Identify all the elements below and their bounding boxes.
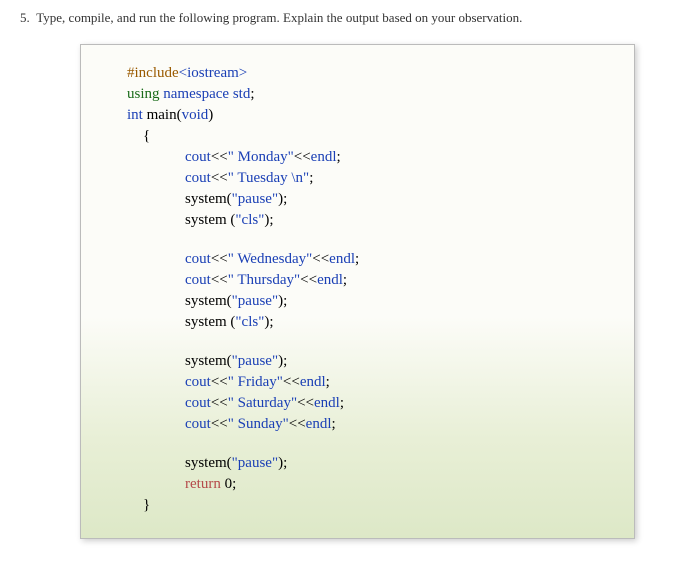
code-line: system ("cls"); (105, 210, 610, 231)
question-text: 5. Type, compile, and run the following … (20, 10, 680, 26)
blank-line (105, 231, 610, 249)
code-line: cout<<" Friday"<<endl; (105, 372, 610, 393)
code-line: cout<<" Monday"<<endl; (105, 147, 610, 168)
code-line: cout<<" Sunday"<<endl; (105, 414, 610, 435)
code-line: system("pause"); (105, 453, 610, 474)
blank-line (105, 333, 610, 351)
code-block: #include<iostream> using namespace std; … (80, 44, 635, 539)
code-line: using namespace std; (105, 84, 610, 105)
code-line: system ("cls"); (105, 312, 610, 333)
code-line: int main(void) (105, 105, 610, 126)
question-number: 5. (20, 10, 30, 25)
code-line: { (105, 126, 610, 147)
question-body: Type, compile, and run the following pro… (36, 10, 522, 25)
code-line: } (105, 495, 610, 516)
code-line: return 0; (105, 474, 610, 495)
code-line: #include<iostream> (105, 63, 610, 84)
code-line: system("pause"); (105, 351, 610, 372)
code-line: cout<<" Saturday"<<endl; (105, 393, 610, 414)
code-line: system("pause"); (105, 189, 610, 210)
code-line: system("pause"); (105, 291, 610, 312)
code-line: cout<<" Tuesday \n"; (105, 168, 610, 189)
blank-line (105, 435, 610, 453)
code-line: cout<<" Thursday"<<endl; (105, 270, 610, 291)
code-line: cout<<" Wednesday"<<endl; (105, 249, 610, 270)
